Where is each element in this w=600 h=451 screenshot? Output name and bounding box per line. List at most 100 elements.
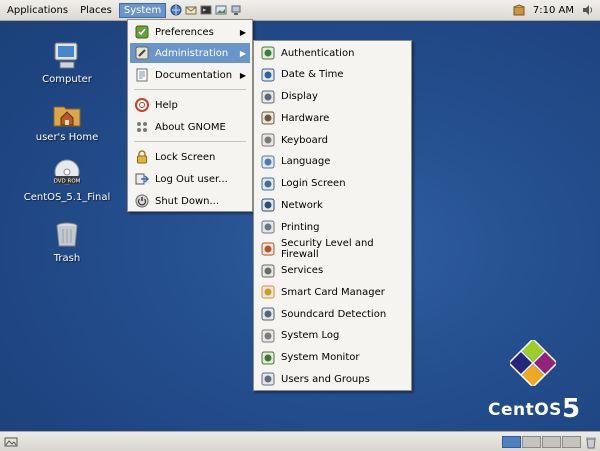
computer-icon (54, 42, 78, 69)
firewall-icon (261, 242, 275, 256)
desktop-icon-home[interactable]: user's Home (17, 98, 117, 143)
hardware-icon (261, 111, 275, 125)
desktop-icon-label: CentOS_5.1_Final (23, 192, 111, 203)
places-menu[interactable]: Places (75, 3, 117, 18)
show-desktop-icon[interactable] (4, 435, 18, 449)
menu-item-soundcard-detection[interactable]: Soundcard Detection (256, 304, 409, 324)
chevron-right-icon: ▶ (239, 48, 246, 58)
menu-item-hardware[interactable]: Hardware (256, 108, 409, 128)
terminal-icon[interactable] (200, 4, 212, 16)
workspace-2[interactable] (522, 436, 541, 448)
menu-item-authentication[interactable]: Authentication (256, 43, 409, 63)
menu-item-label: Authentication (281, 47, 355, 59)
services-icon (261, 264, 275, 277)
menu-item-label: Display (281, 91, 318, 102)
panel-launchers (170, 4, 242, 16)
menu-item-label: System Monitor (281, 352, 360, 363)
centos-wordmark: CentOS5 (488, 394, 581, 424)
menu-item-system-log[interactable]: System Log (256, 326, 409, 346)
home-folder-icon (53, 106, 81, 127)
clock[interactable]: 7:10 AM (533, 5, 574, 16)
desktop-icon-trash[interactable]: Trash (17, 219, 117, 264)
desktop-icon-dvd[interactable]: DVD ROM CentOS_5.1_Final (17, 158, 117, 203)
menu-item-label: Services (281, 265, 324, 276)
menu-item-label: Network (281, 199, 323, 211)
menu-item-system-monitor[interactable]: System Monitor (256, 348, 409, 368)
soundcard-icon (261, 307, 275, 321)
system-monitor-icon (261, 351, 275, 364)
network-icon (261, 198, 275, 212)
browser-icon[interactable] (170, 4, 182, 16)
applications-menu[interactable]: Applications (2, 3, 73, 18)
menu-separator (134, 141, 246, 142)
menu-item-label: Security Level and Firewall (281, 237, 374, 260)
menu-item-administration[interactable]: Administration ▶ (130, 43, 250, 63)
workspace-1[interactable] (502, 436, 521, 448)
desktop-icon-label: user's Home (35, 132, 99, 143)
workspace-4[interactable] (562, 436, 581, 448)
workspace-3[interactable] (542, 436, 561, 448)
dvd-rom-icon: DVD ROM (54, 159, 81, 185)
clock-icon (261, 68, 275, 82)
menu-item-label: Soundcard Detection (281, 308, 387, 320)
menu-item-services[interactable]: Services (256, 261, 409, 281)
documentation-icon (136, 68, 148, 82)
system-menu[interactable]: System (118, 2, 167, 18)
menu-item-users-and-groups[interactable]: Users and Groups (256, 369, 409, 389)
menu-item-label: System Log (281, 330, 340, 342)
bottom-panel (0, 431, 600, 451)
network-icon[interactable] (230, 4, 242, 16)
package-update-icon[interactable] (513, 4, 525, 16)
menu-item-label: Language (281, 156, 331, 168)
display-icon (261, 90, 275, 103)
chevron-right-icon: ▶ (239, 70, 246, 80)
image-icon[interactable] (215, 4, 227, 16)
menu-item-documentation[interactable]: Documentation ▶ (130, 65, 250, 85)
desktop-icon-label: Computer (42, 74, 92, 85)
administration-icon (135, 46, 149, 60)
chevron-right-icon: ▶ (239, 27, 246, 37)
trash-applet-icon[interactable] (584, 435, 598, 449)
mail-icon[interactable] (185, 4, 197, 16)
system-menu-dropdown: Preferences ▶ Administration ▶ Documenta… (127, 19, 253, 212)
menu-item-preferences[interactable]: Preferences ▶ (130, 22, 250, 42)
menu-item-about-gnome[interactable]: About GNOME (130, 117, 250, 137)
keyboard-icon (261, 133, 275, 147)
users-groups-icon (261, 372, 275, 386)
administration-submenu: Authentication Date & Time Display Hardware… (253, 40, 412, 391)
menu-item-network[interactable]: Network (256, 195, 409, 215)
lock-icon (137, 150, 147, 164)
menu-item-smart-card-manager[interactable]: Smart Card Manager (256, 282, 409, 302)
power-icon (135, 194, 149, 208)
logout-icon (135, 173, 149, 185)
menu-item-log-out[interactable]: Log Out user... (130, 169, 250, 189)
menu-item-label: Smart Card Manager (281, 286, 385, 298)
menu-item-display[interactable]: Display (256, 87, 409, 107)
menu-item-label: Date & Time (281, 69, 344, 81)
desktop-icon-computer[interactable]: Computer (17, 40, 117, 85)
menu-item-login-screen[interactable]: Login Screen (256, 174, 409, 194)
centos-logo (510, 340, 556, 386)
panel-tray: 7:10 AM (513, 0, 594, 20)
menu-item-date-time[interactable]: Date & Time (256, 65, 409, 85)
printer-icon (261, 220, 275, 234)
menu-item-shut-down[interactable]: Shut Down... (130, 191, 250, 211)
top-panel: Applications Places System 7:10 AM (0, 0, 600, 21)
language-icon (261, 155, 275, 169)
menu-item-printing[interactable]: Printing (256, 217, 409, 237)
menu-item-keyboard[interactable]: Keyboard (256, 130, 409, 150)
menu-item-label: Keyboard (281, 134, 329, 146)
volume-icon[interactable] (582, 4, 594, 16)
gnome-foot-icon (137, 122, 147, 132)
menu-item-label: Login Screen (281, 178, 346, 189)
menu-item-lock-screen[interactable]: Lock Screen (130, 147, 250, 167)
menu-item-label: Users and Groups (281, 373, 370, 385)
menu-item-label: Hardware (281, 112, 330, 124)
menu-item-label: Printing (281, 221, 320, 233)
login-screen-icon (261, 177, 275, 190)
trash-icon (56, 222, 78, 247)
desktop-icon-label: Trash (53, 253, 81, 264)
menu-item-help[interactable]: Help (130, 95, 250, 115)
menu-item-security-level-and-firewall[interactable]: Security Level and Firewall (256, 237, 409, 260)
menu-item-language[interactable]: Language (256, 152, 409, 172)
